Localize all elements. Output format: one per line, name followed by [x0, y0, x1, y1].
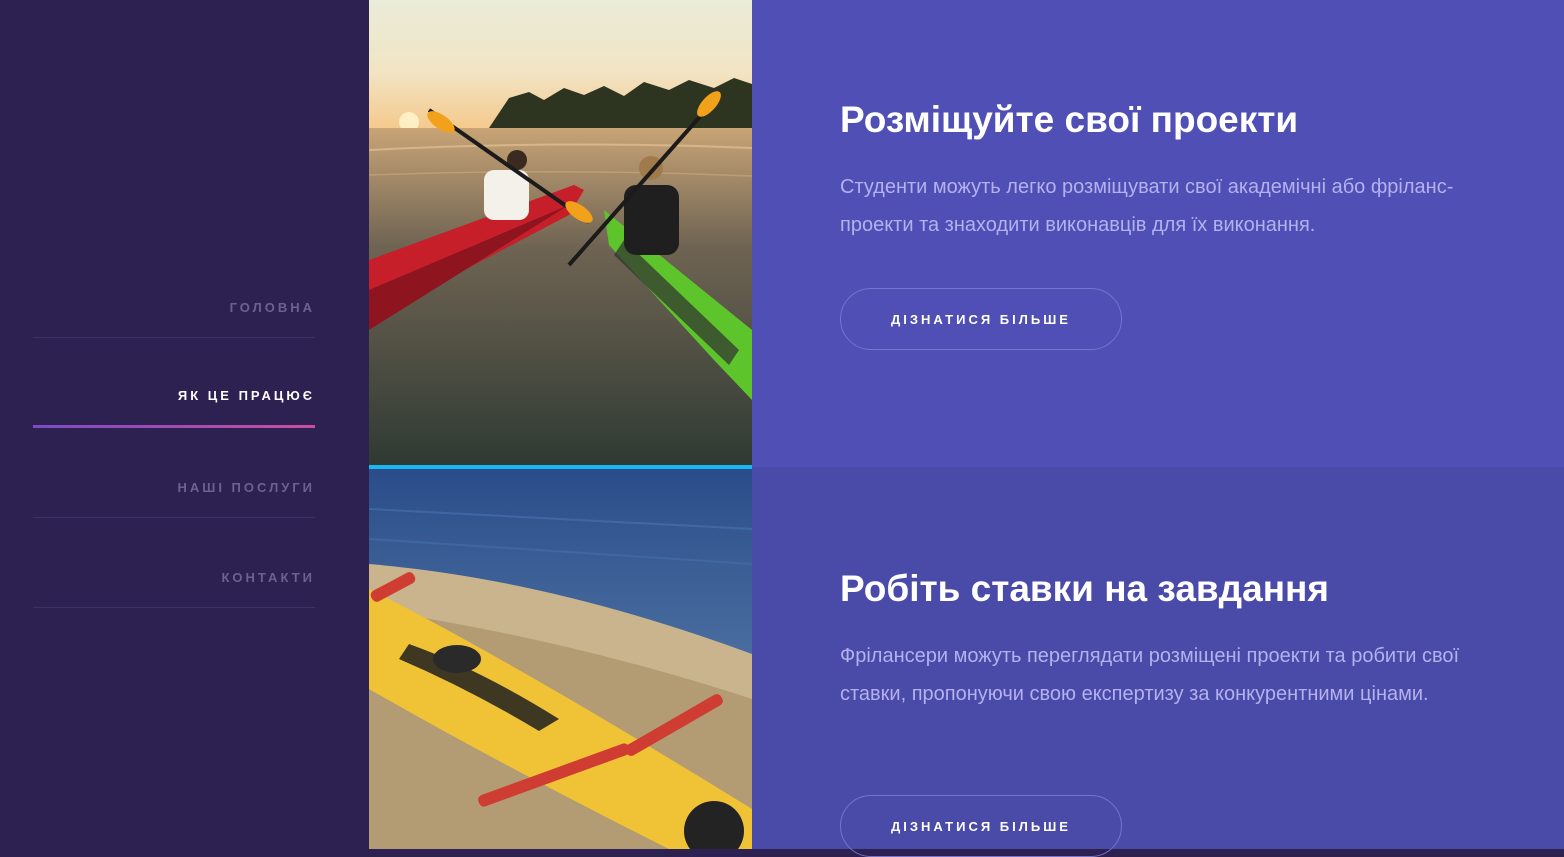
image-column: [369, 0, 752, 849]
nav-item-contacts[interactable]: КОНТАКТИ: [33, 518, 315, 608]
section-title: Робіть ставки на завдання: [840, 568, 1329, 609]
section-post-projects: Розміщуйте свої проекти Студенти можуть …: [752, 0, 1564, 467]
nav-item-how-it-works[interactable]: ЯК ЦЕ ПРАЦЮЄ: [33, 338, 315, 428]
section-text: Фрілансери можуть переглядати розміщені …: [840, 645, 1460, 705]
section-title: Розміщуйте свої проекти: [840, 99, 1299, 140]
section-text: Студенти можуть легко розміщувати свої а…: [840, 176, 1454, 236]
learn-more-button[interactable]: ДІЗНАТИСЯ БІЛЬШЕ: [840, 795, 1122, 857]
learn-more-button[interactable]: ДІЗНАТИСЯ БІЛЬШЕ: [840, 288, 1122, 350]
nav-item-home[interactable]: ГОЛОВНА: [33, 248, 315, 338]
main-nav: ГОЛОВНА ЯК ЦЕ ПРАЦЮЄ НАШІ ПОСЛУГИ КОНТАК…: [33, 248, 315, 608]
nav-item-label: НАШІ ПОСЛУГИ: [177, 480, 315, 495]
nav-item-label: ЯК ЦЕ ПРАЦЮЄ: [177, 388, 315, 403]
nav-item-label: ГОЛОВНА: [229, 300, 315, 315]
nav-item-services[interactable]: НАШІ ПОСЛУГИ: [33, 428, 315, 518]
kayakers-sunset-image: [369, 0, 752, 465]
section-place-bids: Робіть ставки на завдання Фрілансери мож…: [752, 467, 1564, 857]
sidebar: ГОЛОВНА ЯК ЦЕ ПРАЦЮЄ НАШІ ПОСЛУГИ КОНТАК…: [0, 0, 369, 849]
nav-item-label: КОНТАКТИ: [221, 570, 315, 585]
yellow-kayak-image: [369, 469, 752, 849]
